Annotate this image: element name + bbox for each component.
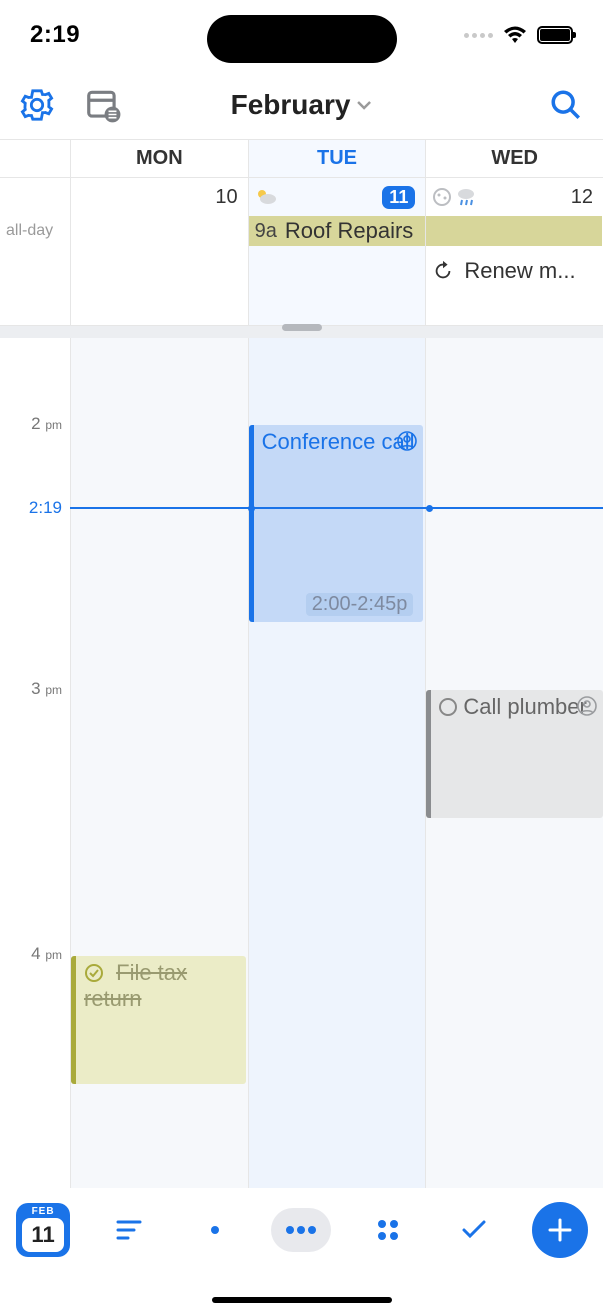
time-gutter: 2 pm 2:19 3 pm 4 pm — [0, 338, 70, 1188]
weather-wed-icon — [431, 186, 477, 208]
allday-divider[interactable] — [0, 326, 603, 338]
weather-tue-icon — [254, 186, 278, 208]
now-indicator — [70, 507, 603, 509]
checkmark-button[interactable] — [444, 1205, 504, 1255]
status-right — [464, 25, 573, 45]
event-time-badge: 2:00-2:45p — [306, 593, 414, 616]
event-title: Call plumber — [463, 694, 587, 719]
date-cell-wed[interactable]: 12 — [425, 178, 603, 216]
add-event-button[interactable] — [530, 1205, 590, 1255]
device-notch — [207, 15, 397, 63]
dot-button[interactable] — [185, 1205, 245, 1255]
day-label-wed[interactable]: WED — [425, 140, 603, 177]
checked-circle-icon — [84, 960, 110, 985]
allday-label: all-day — [0, 216, 70, 325]
app-header: February — [0, 70, 603, 140]
cellular-dots-icon — [464, 33, 493, 38]
search-button[interactable] — [549, 88, 583, 122]
day-of-week-header: MON TUE WED — [0, 140, 603, 178]
recurring-icon — [432, 260, 454, 282]
today-button[interactable]: FEB 11 — [13, 1205, 73, 1255]
bottom-toolbar: FEB 11 — [0, 1191, 603, 1311]
allday-col-mon[interactable] — [70, 216, 248, 325]
grid-col-wed[interactable]: Call plumber — [425, 338, 603, 1188]
allday-col-tue[interactable]: 9a Roof Repairs — [248, 216, 426, 325]
day-label-tue[interactable]: TUE — [248, 140, 426, 177]
date-cell-mon[interactable]: 10 — [70, 178, 248, 216]
event-file-tax-return[interactable]: File tax return — [71, 956, 246, 1084]
chevron-down-icon — [356, 99, 372, 111]
status-time: 2:19 — [30, 21, 80, 49]
drag-handle-icon[interactable] — [282, 324, 322, 331]
settings-button[interactable] — [20, 88, 54, 122]
allday-section: all-day 9a Roof Repairs Renew m... — [0, 216, 603, 326]
more-button[interactable] — [271, 1205, 331, 1255]
grid-dots-button[interactable] — [358, 1205, 418, 1255]
battery-icon — [537, 26, 573, 44]
status-bar: 2:19 — [0, 0, 603, 70]
now-time-label: 2:19 — [29, 498, 62, 518]
date-cell-tue[interactable]: 11 — [248, 178, 426, 216]
grid-col-mon[interactable]: File tax return — [70, 338, 248, 1188]
date-number-row: 10 11 12 — [0, 178, 603, 216]
event-start-time: 9a — [255, 220, 277, 243]
attendee-icon — [577, 696, 597, 716]
wifi-icon — [503, 25, 527, 45]
date-number: 10 — [215, 186, 237, 209]
event-conference-call[interactable]: Conference call 2:00-2:45p — [249, 425, 424, 622]
allday-col-wed[interactable]: Renew m... — [425, 216, 603, 325]
list-view-button[interactable] — [99, 1205, 159, 1255]
time-grid[interactable]: 2 pm 2:19 3 pm 4 pm File tax return Conf… — [0, 338, 603, 1188]
date-chip-today: 11 — [382, 186, 415, 209]
day-label-mon[interactable]: MON — [70, 140, 248, 177]
unchecked-circle-icon — [439, 698, 457, 716]
event-renew[interactable]: Renew m... — [426, 256, 603, 286]
event-title: Conference call — [262, 429, 415, 454]
date-number: 12 — [571, 186, 593, 209]
month-title: February — [231, 89, 351, 121]
home-indicator[interactable] — [212, 1297, 392, 1303]
calendars-button[interactable] — [84, 86, 122, 124]
event-title: Renew m... — [464, 258, 575, 284]
month-selector[interactable]: February — [231, 89, 373, 121]
event-call-plumber[interactable]: Call plumber — [426, 690, 603, 818]
grid-col-tue[interactable]: Conference call 2:00-2:45p — [248, 338, 426, 1188]
attendee-icon — [397, 431, 417, 451]
event-title: Roof Repairs — [285, 218, 413, 244]
